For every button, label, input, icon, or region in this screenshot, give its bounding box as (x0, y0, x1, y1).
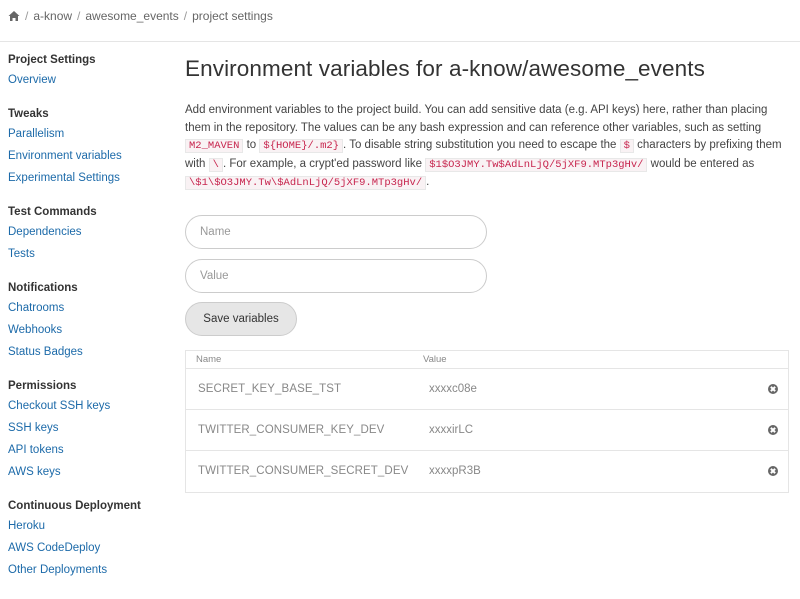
delete-variable-button[interactable] (758, 383, 788, 394)
save-variables-button[interactable]: Save variables (185, 301, 297, 336)
delete-variable-button[interactable] (758, 466, 788, 476)
sidebar-item-other-deployments[interactable]: Other Deployments (8, 559, 158, 581)
sidebar-item-webhooks[interactable]: Webhooks (8, 319, 158, 341)
breadcrumb-separator: / (25, 9, 29, 23)
variable-name: TWITTER_CONSUMER_KEY_DEV (198, 423, 385, 436)
desc-text: . (426, 176, 430, 188)
variable-value: xxxxc08e (429, 382, 477, 395)
sidebar-heading: Permissions (8, 380, 77, 392)
desc-text: . For example, a crypt'ed password like (222, 157, 426, 170)
delete-variable-button[interactable] (758, 424, 788, 435)
sidebar-item-experimental-settings[interactable]: Experimental Settings (8, 167, 158, 189)
close-icon (768, 424, 778, 435)
sidebar-item-heroku[interactable]: Heroku (8, 515, 158, 537)
name-input[interactable] (185, 214, 487, 249)
desc-text: to (243, 139, 260, 151)
sidebar-heading: Tweaks (8, 108, 49, 120)
sidebar-item-api-tokens[interactable]: API tokens (8, 439, 158, 461)
sidebar-section-permissions: Permissions Checkout SSH keys SSH keys A… (8, 377, 158, 483)
close-icon (768, 466, 778, 476)
sidebar-section-project-settings: Project Settings Overview (8, 51, 158, 91)
breadcrumb: / a-know / awesome_events / project sett… (8, 8, 273, 24)
breadcrumb-org-link[interactable]: a-know (33, 9, 72, 23)
sidebar-heading: Continuous Deployment (8, 500, 141, 512)
inline-code: $ (619, 139, 634, 153)
sidebar-heading: Notifications (8, 282, 78, 294)
sidebar-item-dependencies[interactable]: Dependencies (8, 221, 158, 243)
breadcrumb-separator: / (183, 9, 188, 23)
sidebar-section-notifications: Notifications Chatrooms Webhooks Status … (8, 279, 158, 363)
table-row: TWITTER_CONSUMER_SECRET_DEV xxxxpR3B (186, 451, 788, 492)
sidebar-item-overview[interactable]: Overview (8, 69, 158, 91)
sidebar-item-aws-keys[interactable]: AWS keys (8, 461, 158, 483)
settings-sidebar: Project Settings Overview Tweaks Paralle… (8, 50, 158, 595)
sidebar-heading: Project Settings (8, 54, 96, 66)
description-text: Add environment variables to the project… (185, 102, 789, 193)
inline-code: M2_MAVEN (185, 139, 244, 153)
column-header-name: Name (196, 353, 222, 365)
sidebar-item-chatrooms[interactable]: Chatrooms (8, 297, 158, 319)
variable-name: TWITTER_CONSUMER_SECRET_DEV (198, 465, 409, 477)
sidebar-item-environment-variables[interactable]: Environment variables (8, 145, 158, 167)
sidebar-heading: Test Commands (8, 206, 97, 218)
desc-text: would be entered as (647, 157, 755, 170)
page-title: Environment variables for a-know/awesome… (185, 56, 705, 81)
breadcrumb-project-link[interactable]: awesome_events (85, 9, 178, 23)
close-icon (768, 383, 778, 394)
header-divider (0, 41, 800, 42)
variable-name: SECRET_KEY_BASE_TST (198, 382, 342, 395)
table-header: Name Value (186, 351, 788, 369)
sidebar-item-aws-codedeploy[interactable]: AWS CodeDeploy (8, 537, 158, 559)
main-content: Environment variables for a-know/awesome… (185, 56, 789, 493)
sidebar-section-test-commands: Test Commands Dependencies Tests (8, 203, 158, 265)
inline-code: $1$O3JMY.Tw$AdLnLjQ/5jXF9.MTp3gHv/ (425, 157, 648, 172)
inline-code: \ (208, 157, 223, 172)
sidebar-item-status-badges[interactable]: Status Badges (8, 341, 158, 363)
sidebar-item-parallelism[interactable]: Parallelism (8, 123, 158, 145)
table-row: TWITTER_CONSUMER_KEY_DEV xxxxirLC (186, 410, 788, 451)
breadcrumb-separator: / (77, 9, 81, 23)
variable-value: xxxxirLC (429, 423, 474, 436)
sidebar-section-continuous-deployment: Continuous Deployment Heroku AWS CodeDep… (8, 497, 158, 581)
home-icon[interactable] (8, 10, 20, 22)
desc-text: . To disable string substitution you nee… (343, 139, 620, 151)
variable-value: xxxxpR3B (429, 465, 481, 477)
inline-code: \$1\$O3JMY.Tw\$AdLnLjQ/5jXF9.MTp3gHv/ (185, 176, 427, 190)
sidebar-item-tests[interactable]: Tests (8, 243, 158, 265)
value-input[interactable] (185, 258, 487, 293)
breadcrumb-current: project settings (192, 9, 273, 23)
column-header-value: Value (423, 353, 447, 365)
env-variables-table: Name Value SECRET_KEY_BASE_TST xxxxc08e … (185, 349, 789, 493)
desc-text: Add environment variables to the project… (185, 104, 768, 134)
sidebar-item-checkout-ssh-keys[interactable]: Checkout SSH keys (8, 395, 158, 417)
sidebar-item-ssh-keys[interactable]: SSH keys (8, 417, 158, 439)
table-row: SECRET_KEY_BASE_TST xxxxc08e (186, 369, 788, 410)
sidebar-section-tweaks: Tweaks Parallelism Environment variables… (8, 105, 158, 189)
inline-code: ${HOME}/.m2} (259, 139, 344, 153)
